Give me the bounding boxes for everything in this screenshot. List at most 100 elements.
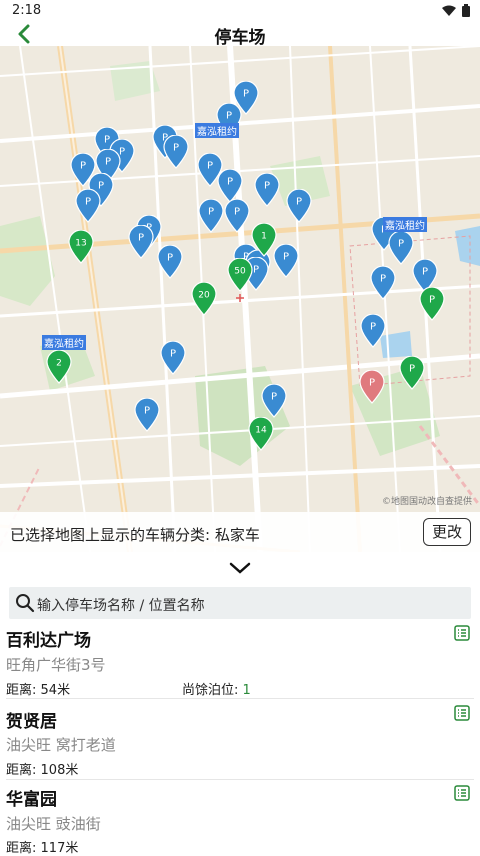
- map-pin-icon: P: [134, 398, 160, 432]
- list-item[interactable]: 百利达广场 旺角广华街3号 距离: 54米 尚馀泊位: 1: [0, 622, 480, 698]
- map-pin-icon: P: [261, 384, 287, 418]
- map-pin-icon: P: [370, 266, 396, 300]
- marker-label: P: [80, 161, 86, 172]
- spaces-row: 尚馀泊位: 1: [182, 679, 251, 698]
- marker-label: P: [296, 197, 302, 208]
- spaces-label: 尚馀泊位:: [182, 683, 239, 698]
- distance-value: 54米: [40, 683, 71, 698]
- parking-marker[interactable]: P: [359, 370, 385, 404]
- marker-label: P: [227, 177, 233, 188]
- parking-marker[interactable]: P: [360, 314, 386, 348]
- change-filter-button[interactable]: 更改: [423, 518, 471, 546]
- marker-label: P: [271, 392, 277, 403]
- marker-label: P: [85, 197, 91, 208]
- parking-marker[interactable]: P: [370, 266, 396, 300]
- map-pin-icon: P: [160, 341, 186, 375]
- marker-label: P: [226, 111, 232, 122]
- marker-label: P: [283, 252, 289, 263]
- parking-marker[interactable]: P: [399, 356, 425, 390]
- battery-icon: [462, 4, 470, 17]
- marker-label: P: [208, 207, 214, 218]
- parking-marker[interactable]: P: [75, 189, 101, 223]
- marker-label: P: [243, 89, 249, 100]
- cluster-marker[interactable]: 1: [251, 223, 277, 257]
- distance-label: 距离:: [6, 763, 37, 778]
- map-pin-icon: 13: [68, 230, 94, 264]
- parking-map[interactable]: PPPPPPPPPPPPPPPPPPPPPPPPPPPPPPP141315020…: [0, 46, 480, 552]
- cluster-marker[interactable]: 14: [248, 417, 274, 451]
- brand-label: 嘉泓租约: [383, 217, 427, 232]
- parking-marker[interactable]: P: [419, 287, 445, 321]
- marker-label: 50: [234, 267, 246, 277]
- parking-marker[interactable]: P: [198, 199, 224, 233]
- list-item[interactable]: 贺贤居 油尖旺 窝打老道 距离: 108米: [0, 703, 480, 779]
- parking-marker[interactable]: P: [157, 245, 183, 279]
- marker-label: P: [144, 406, 150, 417]
- marker-label: 13: [75, 239, 86, 249]
- carpark-name: 华富园: [6, 790, 57, 810]
- map-pin-icon: P: [388, 231, 414, 265]
- parking-marker[interactable]: P: [163, 135, 189, 169]
- marker-label: P: [429, 295, 435, 306]
- cluster-marker[interactable]: 20: [191, 282, 217, 316]
- marker-label: 1: [261, 232, 267, 242]
- map-pin-icon: P: [217, 169, 243, 203]
- spaces-value: 1: [242, 683, 251, 698]
- status-icons: [442, 4, 470, 17]
- marker-label: P: [173, 143, 179, 154]
- parking-marker[interactable]: P: [128, 225, 154, 259]
- cluster-marker[interactable]: 50: [227, 258, 253, 292]
- carpark-address: 油尖旺 豉油街: [6, 815, 101, 833]
- cluster-marker[interactable]: 2: [46, 350, 72, 384]
- marker-label: P: [264, 181, 270, 192]
- brand-label: 嘉泓租约: [42, 335, 86, 350]
- marker-label: P: [380, 274, 386, 285]
- distance-row: 距离: 54米: [6, 679, 70, 698]
- map-pin-icon: 50: [227, 258, 253, 292]
- marker-label: P: [369, 378, 375, 389]
- carpark-address: 旺角广华街3号: [6, 656, 106, 674]
- map-pin-icon: P: [359, 370, 385, 404]
- carpark-name: 百利达广场: [6, 631, 91, 651]
- parking-marker[interactable]: P: [388, 231, 414, 265]
- cluster-marker[interactable]: 13: [68, 230, 94, 264]
- distance-label: 距离:: [6, 683, 37, 698]
- marker-label: 20: [198, 291, 210, 301]
- distance-row: 距离: 117米: [6, 837, 78, 856]
- marker-label: P: [105, 157, 111, 168]
- parking-marker[interactable]: P: [134, 398, 160, 432]
- distance-row: 距离: 108米: [6, 759, 78, 778]
- details-icon[interactable]: [454, 625, 470, 641]
- marker-label: P: [422, 267, 428, 278]
- list-item[interactable]: 华富园 油尖旺 豉油街 距离: 117米: [0, 783, 480, 856]
- details-icon[interactable]: [454, 705, 470, 721]
- map-pin-icon: P: [419, 287, 445, 321]
- parking-marker[interactable]: P: [286, 189, 312, 223]
- divider: [6, 779, 474, 780]
- wifi-icon: [442, 5, 456, 16]
- marker-label: P: [167, 253, 173, 264]
- map-pin-icon: P: [128, 225, 154, 259]
- marker-label: P: [207, 161, 213, 172]
- parking-marker[interactable]: P: [254, 173, 280, 207]
- search-input[interactable]: 输入停车场名称 / 位置名称: [37, 595, 205, 615]
- parking-marker[interactable]: P: [261, 384, 287, 418]
- app-bar: 停车场: [0, 22, 480, 48]
- brand-label: 嘉泓租约: [195, 123, 239, 138]
- parking-marker[interactable]: P: [217, 169, 243, 203]
- vehicle-filter-bar: 已选择地图上显示的车辆分类: 私家车 更改: [0, 512, 480, 552]
- parking-marker[interactable]: P: [224, 199, 250, 233]
- parking-marker[interactable]: P: [160, 341, 186, 375]
- marker-label: P: [138, 233, 144, 244]
- divider: [6, 698, 474, 699]
- map-pin-icon: 1: [251, 223, 277, 257]
- map-pin-icon: P: [360, 314, 386, 348]
- search-bar[interactable]: 输入停车场名称 / 位置名称: [9, 587, 471, 619]
- map-pin-icon: P: [163, 135, 189, 169]
- map-pin-icon: P: [224, 199, 250, 233]
- status-time: 2:18: [12, 3, 42, 18]
- map-pin-icon: 14: [248, 417, 274, 451]
- map-pin-icon: P: [75, 189, 101, 223]
- details-icon[interactable]: [454, 785, 470, 801]
- chevron-down-icon[interactable]: [228, 558, 252, 578]
